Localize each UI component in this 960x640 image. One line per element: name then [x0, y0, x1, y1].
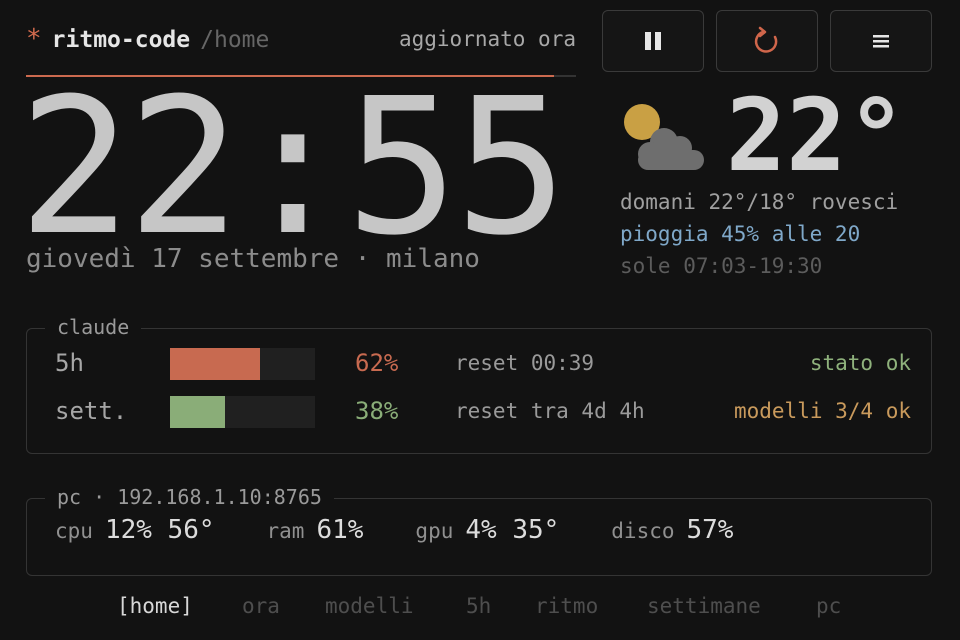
- stat-disk: disco 57%: [611, 515, 733, 545]
- menu-button[interactable]: [830, 10, 932, 72]
- nav-item-pc[interactable]: pc: [816, 594, 841, 618]
- stat-gpu: gpu 4% 35°: [415, 515, 559, 545]
- clock-date: giovedì 17 settembre · milano: [26, 244, 480, 274]
- usage-percent: 62%: [355, 349, 399, 377]
- pause-button[interactable]: [602, 10, 704, 72]
- stat-value: 12% 56°: [104, 515, 215, 545]
- usage-bar: [170, 348, 315, 380]
- stat-key: cpu: [55, 519, 93, 543]
- asterisk-logo-icon: *: [26, 24, 42, 54]
- pc-panel-title: pc · 192.168.1.10:8765: [45, 485, 334, 509]
- usage-bar-fill: [170, 348, 260, 380]
- stat-ram: ram 61%: [267, 515, 364, 545]
- forecast-tomorrow: domani 22°/18° rovesci: [620, 190, 899, 214]
- stat-cpu: cpu 12% 56°: [55, 515, 215, 545]
- sun-times: sole 07:03-19:30: [620, 254, 823, 278]
- nav-item-ritmo[interactable]: ritmo: [535, 594, 598, 618]
- nav-item-ora[interactable]: ora: [242, 594, 280, 618]
- usage-bar-fill: [170, 396, 226, 428]
- dashboard: * ritmo-code /home aggiornato ora 22:55 …: [0, 0, 960, 640]
- pc-panel: pc · 192.168.1.10:8765 cpu 12% 56° ram 6…: [26, 485, 932, 576]
- updated-status: aggiornato ora: [398, 27, 576, 51]
- status-text: stato ok: [809, 351, 911, 375]
- reset-time: reset tra 4d 4h: [455, 399, 645, 423]
- bottom-nav: [home] ora modelli 5h ritmo settimane pc: [0, 594, 960, 624]
- usage-row-weekly: sett. 38% reset tra 4d 4h modelli 3/4 ok: [55, 395, 911, 429]
- stat-value: 57%: [686, 515, 734, 545]
- stat-value: 4% 35°: [465, 515, 560, 545]
- rain-forecast: pioggia 45% alle 20: [620, 222, 861, 246]
- header: * ritmo-code /home aggiornato ora: [26, 24, 576, 56]
- claude-panel: claude 5h 62% reset 00:39 stato ok sett.…: [26, 315, 932, 454]
- menu-icon: [873, 35, 889, 48]
- usage-label: 5h: [55, 349, 84, 377]
- nav-item-5h[interactable]: 5h: [466, 594, 491, 618]
- partly-cloudy-icon: [624, 104, 704, 170]
- pc-stats: cpu 12% 56° ram 61% gpu 4% 35° disco 57%: [55, 515, 785, 545]
- app-name: ritmo-code: [51, 27, 191, 53]
- clock-time: 22:55: [18, 58, 568, 277]
- nav-item-home[interactable]: [home]: [117, 594, 193, 618]
- pause-icon: [645, 32, 661, 50]
- current-temperature: 22°: [726, 77, 907, 194]
- refresh-icon: [754, 26, 778, 53]
- current-path: /home: [200, 27, 270, 53]
- usage-row-5h: 5h 62% reset 00:39 stato ok: [55, 347, 911, 381]
- stat-key: gpu: [415, 519, 454, 543]
- usage-label: sett.: [55, 397, 128, 425]
- stat-value: 61%: [316, 515, 364, 545]
- stat-key: disco: [611, 519, 675, 543]
- reset-time: reset 00:39: [455, 351, 595, 375]
- nav-item-settimane[interactable]: settimane: [647, 594, 761, 618]
- status-text: modelli 3/4 ok: [733, 399, 911, 423]
- stat-key: ram: [266, 519, 305, 543]
- usage-bar: [170, 396, 315, 428]
- nav-item-modelli[interactable]: modelli: [325, 594, 414, 618]
- refresh-button[interactable]: [716, 10, 818, 72]
- usage-percent: 38%: [355, 397, 399, 425]
- claude-panel-title: claude: [45, 315, 142, 339]
